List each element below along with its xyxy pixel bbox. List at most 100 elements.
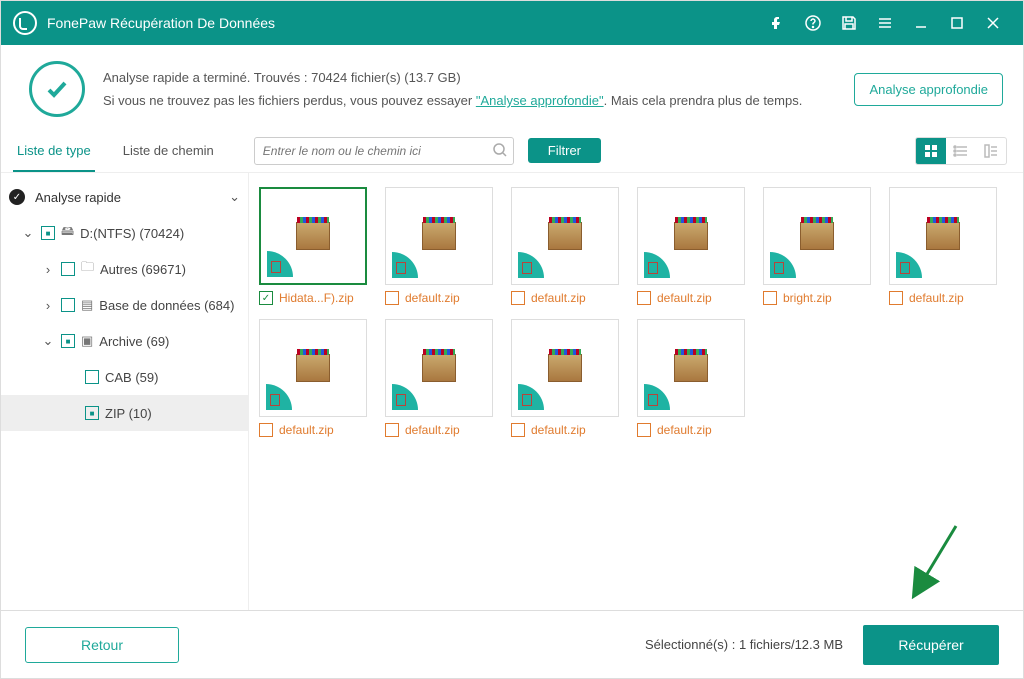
sidebar-database[interactable]: › ▤ Base de données (684): [1, 287, 248, 323]
file-checkbox[interactable]: [511, 291, 525, 305]
file-name: default.zip: [657, 423, 712, 437]
file-cell[interactable]: bright.zip: [763, 187, 871, 305]
view-detail-button[interactable]: [976, 138, 1006, 164]
file-checkbox[interactable]: [889, 291, 903, 305]
chevron-down-icon[interactable]: ⌄: [41, 333, 55, 349]
file-name: bright.zip: [783, 291, 832, 305]
file-cell[interactable]: default.zip: [259, 319, 367, 437]
file-name: default.zip: [657, 291, 712, 305]
footer: Retour Sélectionné(s) : 1 fichiers/12.3 …: [1, 610, 1023, 678]
filter-button[interactable]: Filtrer: [528, 138, 601, 163]
checkbox[interactable]: [41, 226, 55, 240]
file-cell[interactable]: default.zip: [637, 187, 745, 305]
recovery-badge-icon: [644, 384, 670, 410]
zip-archive-icon: [674, 222, 708, 250]
app-title: FonePaw Récupération De Données: [47, 15, 275, 31]
chevron-down-icon[interactable]: ⌄: [21, 225, 35, 241]
zip-archive-icon: [926, 222, 960, 250]
chevron-down-icon[interactable]: ⌄: [229, 189, 240, 205]
checkbox[interactable]: [85, 370, 99, 384]
tab-type-list[interactable]: Liste de type: [1, 129, 107, 172]
chevron-right-icon[interactable]: ›: [41, 262, 55, 277]
zip-archive-icon: [548, 354, 582, 382]
checkbox[interactable]: [61, 334, 75, 348]
save-icon[interactable]: [831, 1, 867, 45]
maximize-button[interactable]: [939, 1, 975, 45]
file-name: default.zip: [531, 423, 586, 437]
file-thumbnail[interactable]: [511, 187, 619, 285]
recovery-badge-icon: [267, 251, 293, 277]
tab-path-list[interactable]: Liste de chemin: [107, 129, 230, 172]
file-thumbnail[interactable]: [385, 187, 493, 285]
file-cell[interactable]: default.zip: [511, 319, 619, 437]
file-thumbnail[interactable]: [889, 187, 997, 285]
zip-archive-icon: [296, 354, 330, 382]
file-checkbox[interactable]: [259, 291, 273, 305]
file-checkbox[interactable]: [637, 291, 651, 305]
file-thumbnail[interactable]: [763, 187, 871, 285]
status-line2: Si vous ne trouvez pas les fichiers perd…: [103, 89, 836, 112]
recovery-badge-icon: [770, 252, 796, 278]
help-icon[interactable]: [795, 1, 831, 45]
sidebar-cab[interactable]: CAB (59): [1, 359, 248, 395]
file-checkbox[interactable]: [259, 423, 273, 437]
file-checkbox[interactable]: [385, 291, 399, 305]
facebook-icon[interactable]: [759, 1, 795, 45]
search-icon[interactable]: [492, 142, 508, 163]
disk-icon: 🖴: [61, 222, 74, 244]
file-thumbnail[interactable]: [385, 319, 493, 417]
archive-icon: ▣: [81, 333, 93, 349]
sidebar-others[interactable]: › 🗀 Autres (69671): [1, 251, 248, 287]
minimize-button[interactable]: [903, 1, 939, 45]
sidebar-summary[interactable]: Analyse rapide ⌄: [1, 179, 248, 215]
file-cell[interactable]: default.zip: [385, 187, 493, 305]
checkbox[interactable]: [61, 298, 75, 312]
status-row: Analyse rapide a terminé. Trouvés : 7042…: [1, 45, 1023, 129]
file-thumbnail[interactable]: [511, 319, 619, 417]
search-input[interactable]: [254, 137, 514, 165]
sidebar-archive[interactable]: ⌄ ▣ Archive (69): [1, 323, 248, 359]
file-thumbnail[interactable]: [637, 319, 745, 417]
title-bar: FonePaw Récupération De Données: [1, 1, 1023, 45]
deep-scan-button[interactable]: Analyse approfondie: [854, 73, 1003, 106]
recover-button[interactable]: Récupérer: [863, 625, 999, 665]
view-list-button[interactable]: [946, 138, 976, 164]
file-cell[interactable]: default.zip: [385, 319, 493, 437]
sidebar-zip[interactable]: ZIP (10): [1, 395, 248, 431]
sidebar: Analyse rapide ⌄ ⌄ 🖴 D:(NTFS) (70424) › …: [1, 173, 249, 610]
checkbox[interactable]: [61, 262, 75, 276]
file-thumbnail[interactable]: [637, 187, 745, 285]
check-dot-icon: [9, 189, 25, 205]
recovery-badge-icon: [392, 252, 418, 278]
menu-icon[interactable]: [867, 1, 903, 45]
zip-archive-icon: [548, 222, 582, 250]
file-grid-area: Hidata...F).zip default.zip default.zip …: [249, 173, 1023, 610]
view-mode-group: [915, 137, 1007, 165]
recovery-badge-icon: [644, 252, 670, 278]
sidebar-drive[interactable]: ⌄ 🖴 D:(NTFS) (70424): [1, 215, 248, 251]
file-thumbnail[interactable]: [259, 187, 367, 285]
file-cell[interactable]: default.zip: [889, 187, 997, 305]
close-button[interactable]: [975, 1, 1011, 45]
checkbox[interactable]: [85, 406, 99, 420]
file-name: default.zip: [405, 291, 460, 305]
deep-scan-link[interactable]: "Analyse approfondie": [476, 93, 604, 108]
file-name: Hidata...F).zip: [279, 291, 354, 305]
recovery-badge-icon: [266, 384, 292, 410]
file-checkbox[interactable]: [763, 291, 777, 305]
file-checkbox[interactable]: [637, 423, 651, 437]
recovery-badge-icon: [518, 384, 544, 410]
view-grid-button[interactable]: [916, 138, 946, 164]
file-cell[interactable]: default.zip: [637, 319, 745, 437]
zip-archive-icon: [800, 222, 834, 250]
toolbar: Liste de type Liste de chemin Filtrer: [1, 129, 1023, 173]
file-checkbox[interactable]: [511, 423, 525, 437]
folder-icon: 🗀: [81, 258, 94, 280]
back-button[interactable]: Retour: [25, 627, 179, 663]
file-cell[interactable]: default.zip: [511, 187, 619, 305]
chevron-right-icon[interactable]: ›: [41, 298, 55, 313]
file-cell[interactable]: Hidata...F).zip: [259, 187, 367, 305]
recovery-badge-icon: [518, 252, 544, 278]
file-thumbnail[interactable]: [259, 319, 367, 417]
file-checkbox[interactable]: [385, 423, 399, 437]
